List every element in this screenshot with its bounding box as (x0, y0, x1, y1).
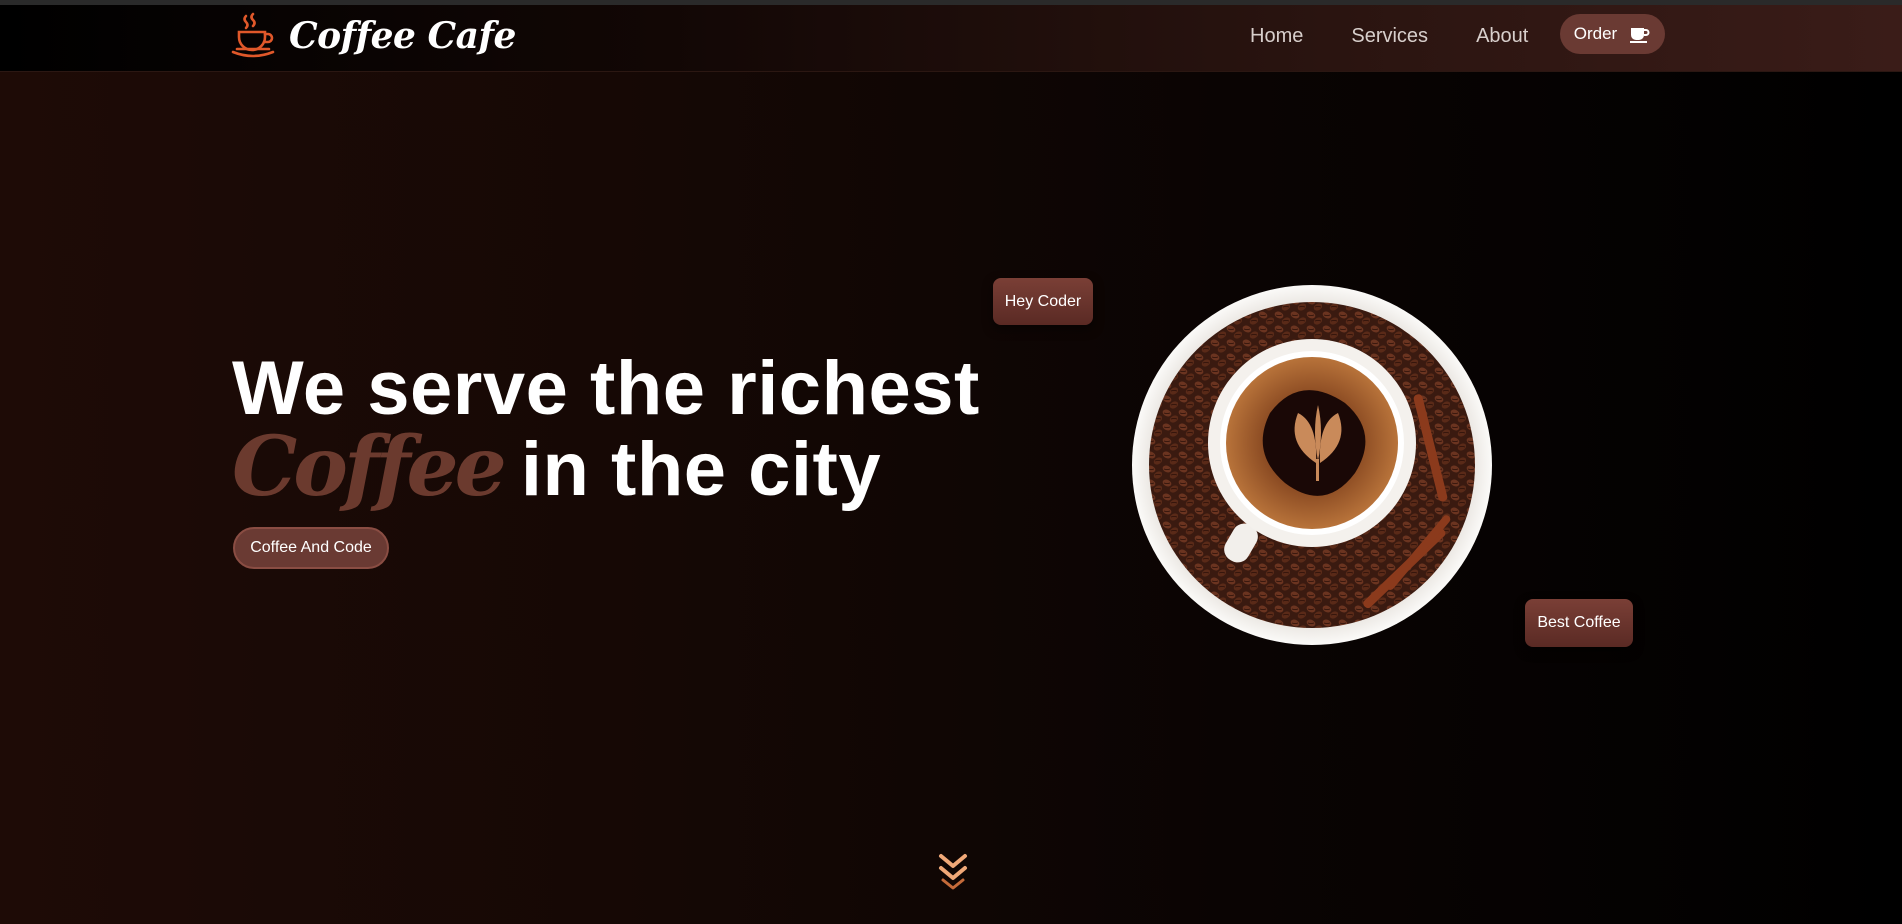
order-button-label: Order (1573, 24, 1618, 43)
hey-coder-badge: Hey Coder (993, 278, 1093, 325)
brand-name: Coffee Cafe (289, 15, 516, 57)
nav-home-link[interactable]: Home (1250, 23, 1303, 49)
nav-services-link[interactable]: Services (1351, 23, 1428, 49)
brand-logo[interactable]: Coffee Cafe (229, 11, 516, 61)
coffee-cup-icon (1630, 28, 1650, 43)
order-button[interactable]: Order (1560, 14, 1665, 54)
hero-script-word: Coffee (232, 419, 507, 515)
chevron-double-down-icon[interactable] (938, 853, 968, 895)
hero-line-1: We serve the richest (232, 346, 980, 431)
coffee-cup-on-beans-image (1132, 285, 1492, 645)
nav-about-link[interactable]: About (1476, 23, 1528, 49)
coffee-and-code-button[interactable]: Coffee And Code (233, 527, 389, 569)
hero-headline: We serve the richest Coffee in the city (232, 350, 980, 509)
coffee-cup-icon (231, 12, 275, 58)
navbar: Coffee Cafe Home Services About Order (0, 5, 1902, 72)
hero-line-2: Coffee in the city (232, 419, 980, 515)
hero-line-2-rest: in the city (520, 427, 882, 512)
best-coffee-badge: Best Coffee (1525, 599, 1633, 647)
main-nav: Home Services About (1250, 23, 1528, 49)
